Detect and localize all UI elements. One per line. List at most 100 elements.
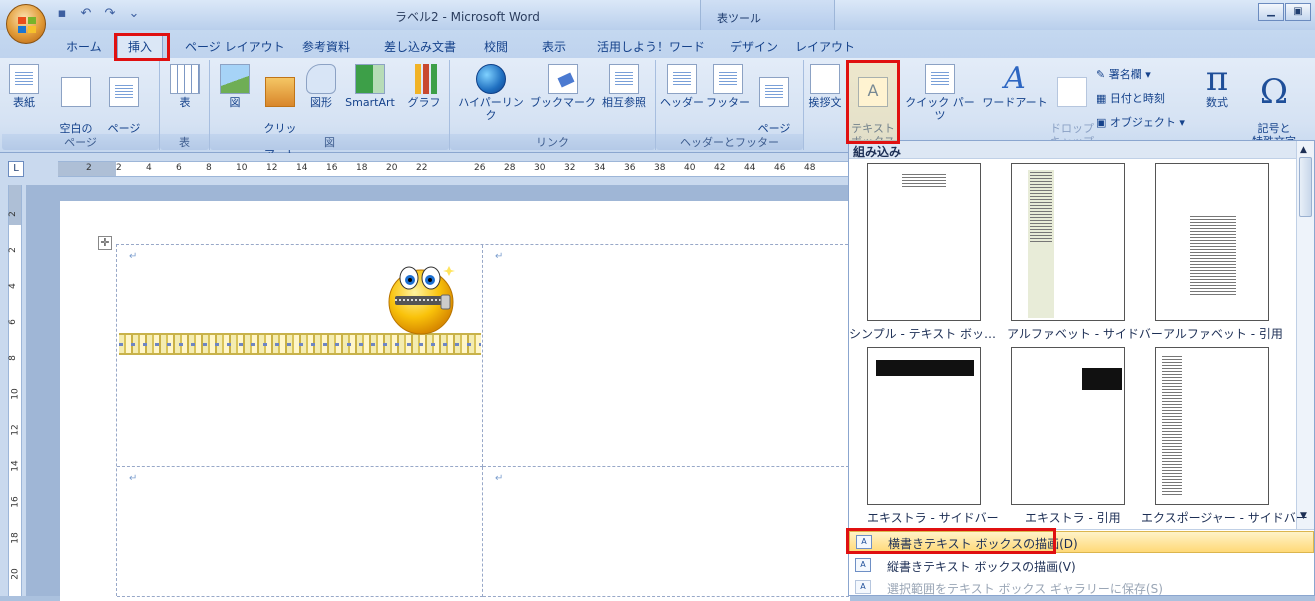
- draw-vertical-textbox-menu-item[interactable]: A 縦書きテキスト ボックスの描画(V): [849, 555, 1314, 577]
- tab-view[interactable]: 表示: [542, 38, 566, 55]
- gallery-item-thumbnail[interactable]: [1155, 347, 1269, 505]
- thumb-text-lines: [902, 174, 946, 188]
- signature-line-button[interactable]: ✎ 署名欄 ▾: [1096, 66, 1151, 82]
- gallery-item-thumbnail[interactable]: [867, 163, 981, 321]
- maximize-button[interactable]: ▣: [1285, 3, 1311, 21]
- horizontal-ruler[interactable]: 2 2 4 6 8 10 12 14 16 18 20 22 26 28 30 32 34 36 38 40 42 44 4…: [58, 161, 848, 177]
- footer-icon: [713, 64, 743, 94]
- gallery-item-label[interactable]: アルファベット - サイドバー: [1007, 325, 1163, 342]
- header-label: ヘッダー: [660, 96, 704, 109]
- ruler-tick-label: 2: [7, 211, 18, 217]
- ribbon-tabs: ホーム 挿入 ページ レイアウト 参考資料 差し込み文書 校閲 表示 活用しよう…: [0, 30, 1315, 88]
- ruler-tick-label: 12: [10, 424, 21, 436]
- equation-button[interactable]: π 数式: [1198, 62, 1236, 109]
- table-move-handle[interactable]: ✛: [98, 236, 112, 250]
- label-table[interactable]: ↵ ↵ ↵ ↵: [116, 244, 849, 597]
- ruler-tick-label: 34: [594, 163, 606, 173]
- footer-button[interactable]: フッター: [706, 64, 750, 109]
- ruler-tick-label: 48: [804, 163, 816, 173]
- tab-addon[interactable]: 活用しよう！ワード: [597, 38, 705, 55]
- ruler-tick-label: 22: [416, 163, 428, 173]
- greeting-icon: [810, 64, 840, 94]
- gallery-item-label[interactable]: エクスポージャー - サイドバー: [1141, 509, 1308, 526]
- tab-mailings[interactable]: 差し込み文書: [384, 38, 456, 55]
- group-pages: 表紙 空白の ページ ページ 区切り ページ: [2, 60, 160, 150]
- object-button[interactable]: ▣ オブジェクト ▾: [1096, 114, 1185, 130]
- zipper-smiley-clipart[interactable]: [383, 258, 463, 336]
- bookmark-button[interactable]: ブックマーク: [530, 64, 596, 109]
- scroll-thumb[interactable]: [1299, 157, 1312, 217]
- ruler-tick-label: 4: [146, 163, 152, 173]
- ruler-tick-label: 44: [744, 163, 756, 173]
- shapes-button[interactable]: 図形: [304, 64, 338, 109]
- datetime-button[interactable]: ▦ 日付と時刻: [1096, 90, 1165, 106]
- table-label: 表: [179, 96, 191, 109]
- minimize-button[interactable]: ▁: [1258, 3, 1284, 21]
- table-cell[interactable]: ↵: [117, 467, 483, 597]
- footer-label: フッター: [706, 96, 750, 109]
- undo-icon[interactable]: ↶: [78, 6, 94, 22]
- smartart-button[interactable]: SmartArt: [340, 64, 400, 109]
- group-label-tables: 表: [160, 134, 209, 150]
- vertical-textbox-icon: A: [855, 558, 871, 572]
- quickparts-button[interactable]: クイック パーツ: [902, 64, 978, 122]
- gallery-item-label[interactable]: アルファベット - 引用: [1163, 325, 1283, 342]
- chart-button[interactable]: グラフ: [404, 64, 444, 109]
- tab-review[interactable]: 校閲: [484, 38, 508, 55]
- redo-icon[interactable]: ↷: [102, 6, 118, 22]
- group-tables: 表 表: [160, 60, 210, 150]
- greeting-button[interactable]: 挨拶文: [804, 64, 846, 109]
- ruler-tick-label: 38: [654, 163, 666, 173]
- tab-page-layout[interactable]: ページ レイアウト: [185, 38, 285, 55]
- tab-selector[interactable]: L: [8, 161, 24, 177]
- ruler-tick-label: 10: [10, 388, 21, 400]
- ruler-tick-label: 36: [624, 163, 636, 173]
- ribbon: 表紙 空白の ページ ページ 区切り ページ 表 表 図 クリップ アート 図形: [0, 58, 1315, 161]
- gallery-item-thumbnail[interactable]: [867, 347, 981, 505]
- decorative-border-image[interactable]: [119, 333, 481, 355]
- gallery-item-label[interactable]: エキストラ - サイドバー: [867, 509, 999, 526]
- title-bar: ▪ ↶ ↷ ⌄ ラベル2 - Microsoft Word 表ツール ▁ ▣: [0, 0, 1315, 30]
- greeting-label: 挨拶文: [808, 96, 842, 109]
- cover-page-button[interactable]: 表紙: [6, 64, 42, 109]
- scroll-up-icon[interactable]: ▲: [1300, 145, 1307, 155]
- gallery-item-thumbnail[interactable]: [1011, 347, 1125, 505]
- tab-home[interactable]: ホーム: [66, 38, 102, 55]
- gallery-scrollbar[interactable]: ▲ ▼: [1296, 141, 1314, 529]
- save-icon[interactable]: ▪: [54, 6, 70, 22]
- thumb-text-lines: [1190, 216, 1236, 296]
- shapes-label: 図形: [310, 96, 332, 109]
- insert-tab-highlight: [114, 33, 170, 61]
- gallery-item-thumbnail[interactable]: [1011, 163, 1125, 321]
- header-button[interactable]: ヘッダー: [660, 64, 704, 109]
- ruler-tick-label: 18: [356, 163, 368, 173]
- table-cell[interactable]: ↵: [483, 467, 849, 597]
- wordart-icon: A: [1004, 61, 1026, 96]
- ruler-tick-label: 16: [10, 496, 21, 508]
- customize-qat-icon[interactable]: ⌄: [126, 6, 142, 22]
- clipart-icon: [265, 77, 295, 107]
- gallery-item-thumbnail[interactable]: [1155, 163, 1269, 321]
- tab-references[interactable]: 参考資料: [302, 38, 350, 55]
- group-symbols: π 数式 Ω 記号と 特殊文字: [1196, 60, 1315, 150]
- dropcap-icon: [1057, 77, 1087, 107]
- picture-button[interactable]: 図: [218, 64, 252, 109]
- table-button[interactable]: 表: [168, 64, 202, 109]
- window-title: ラベル2 - Microsoft Word: [395, 10, 540, 24]
- gallery-item-label[interactable]: シンプル - テキスト ボッ…: [849, 325, 996, 342]
- wordart-button[interactable]: A ワードアート: [978, 61, 1052, 110]
- ruler-tick-label: 46: [774, 163, 786, 173]
- office-button[interactable]: [6, 4, 46, 44]
- page-break-icon: [109, 77, 139, 107]
- wordart-label: ワードアート: [982, 96, 1048, 109]
- vertical-ruler[interactable]: 2 2 4 6 8 10 12 14 16 18 20: [8, 185, 22, 596]
- crossref-button[interactable]: 相互参照: [598, 64, 650, 109]
- hyperlink-button[interactable]: ハイパーリンク: [456, 64, 526, 122]
- tab-layout[interactable]: レイアウト: [795, 38, 855, 55]
- table-cell[interactable]: ↵: [483, 245, 849, 467]
- group-label-links: リンク: [450, 134, 655, 150]
- ruler-tick-label: 42: [714, 163, 726, 173]
- ruler-tick-label: 8: [206, 163, 212, 173]
- tab-design[interactable]: デザイン: [730, 38, 778, 55]
- gallery-item-label[interactable]: エキストラ - 引用: [1025, 509, 1121, 526]
